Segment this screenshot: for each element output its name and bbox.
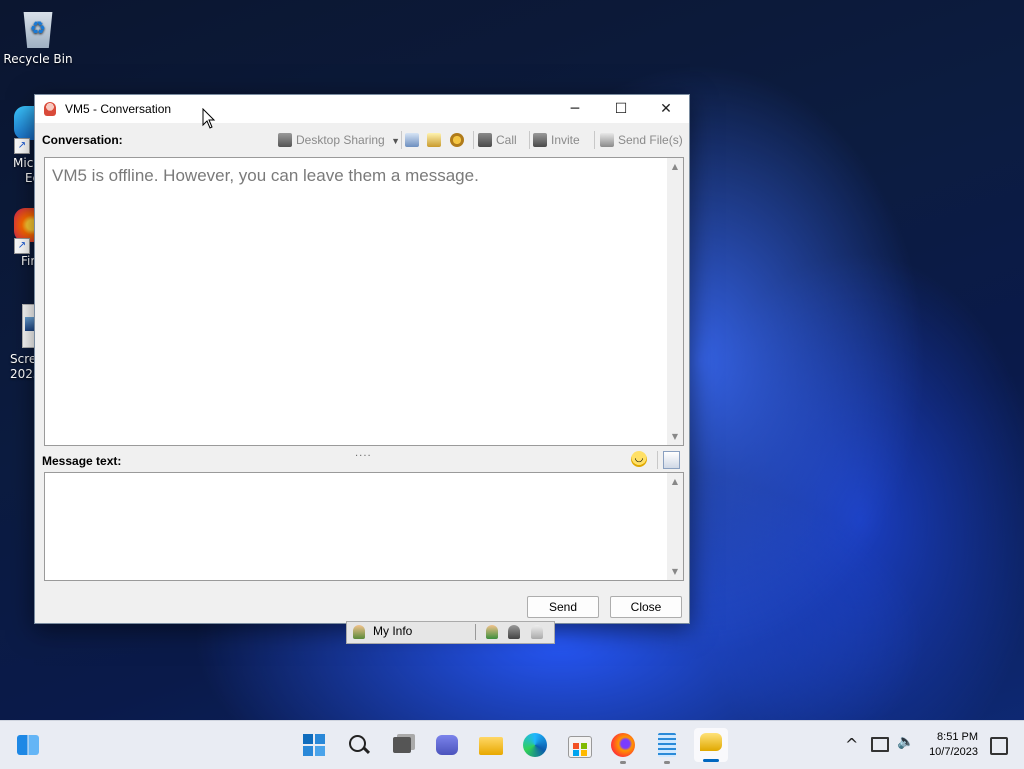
task-view-icon	[393, 737, 411, 753]
shortcut-arrow-icon: ↗	[14, 238, 30, 254]
call-label: Call	[496, 133, 517, 147]
edge-icon	[14, 106, 36, 140]
invite-button[interactable]: Invite	[533, 131, 580, 149]
chevron-down-icon: ▼	[391, 136, 400, 146]
my-info-label: My Info	[373, 624, 413, 638]
taskbar: ^ 🔈 8:51 PM 10/7/2023	[0, 720, 1024, 769]
format-button[interactable]	[663, 451, 680, 469]
folder-icon	[479, 737, 503, 755]
call-button[interactable]: Call	[478, 131, 517, 149]
search-button[interactable]	[344, 731, 372, 759]
desktop-sharing-button[interactable]: Desktop Sharing ▼	[278, 131, 400, 149]
title-bar[interactable]: VM5 - Conversation ─ ☐ ✕	[35, 95, 689, 123]
scroll-down-arrow-icon[interactable]: ▼	[667, 567, 683, 576]
clock-time: 8:51 PM	[937, 731, 978, 743]
offline-message: VM5 is offline. However, you can leave t…	[52, 166, 479, 185]
firefox-icon	[14, 208, 36, 242]
toolbar-separator	[657, 451, 658, 469]
close-window-button[interactable]: ✕	[643, 95, 689, 123]
close-button[interactable]: Close	[610, 596, 682, 618]
send-files-label: Send File(s)	[618, 133, 683, 147]
send-files-button[interactable]: Send File(s)	[600, 131, 683, 149]
message-scrollbar[interactable]: ▲ ▼	[667, 473, 683, 580]
send-file-icon	[600, 133, 614, 147]
conversation-scrollbar[interactable]: ▲ ▼	[667, 158, 683, 445]
edge-desktop-shortcut[interactable]: ↗	[14, 106, 36, 154]
toolbar-separator	[401, 131, 402, 149]
palette-icon	[450, 133, 464, 147]
message-text-field[interactable]	[51, 477, 663, 576]
running-indicator	[620, 761, 626, 764]
toolbar-separator	[475, 624, 476, 640]
clock-date: 10/7/2023	[929, 746, 978, 758]
fonts-button[interactable]	[450, 131, 468, 149]
store-button[interactable]	[565, 731, 593, 759]
volume-muted-icon[interactable]: 🔈	[897, 734, 914, 750]
toolbar-separator	[473, 131, 474, 149]
my-info-bar[interactable]: My Info	[346, 621, 555, 644]
show-desktop-widgets-button[interactable]	[14, 731, 42, 759]
conversation-pane[interactable]: VM5 is offline. However, you can leave t…	[44, 157, 684, 446]
recycle-bin-icon[interactable]: Recycle Bin	[2, 8, 74, 66]
shortcut-arrow-icon: ↗	[14, 138, 30, 154]
edge-icon	[523, 733, 547, 757]
recycle-bin-label: Recycle Bin	[3, 52, 73, 66]
notifications-icon[interactable]	[990, 737, 1008, 755]
notepad-icon	[658, 733, 676, 757]
window-title: VM5 - Conversation	[65, 102, 172, 116]
scroll-down-arrow-icon[interactable]: ▼	[667, 432, 683, 441]
show-hidden-icons-button[interactable]: ^	[845, 735, 858, 754]
offline-status-icon[interactable]	[531, 625, 543, 639]
maximize-button[interactable]: ☐	[598, 95, 644, 123]
send-button[interactable]: Send	[527, 596, 599, 618]
teams-chat-button[interactable]	[433, 731, 461, 759]
mouse-cursor-icon	[202, 108, 216, 129]
windows-logo-icon	[303, 734, 325, 756]
firefox-icon	[611, 733, 635, 757]
widgets-icon	[17, 735, 39, 755]
desktop-sharing-label: Desktop Sharing	[296, 133, 385, 147]
scroll-up-arrow-icon[interactable]: ▲	[667, 162, 683, 171]
store-icon	[568, 736, 592, 758]
invite-label: Invite	[551, 133, 580, 147]
busy-status-icon[interactable]	[508, 625, 520, 639]
emoticon-button[interactable]: ◡	[631, 451, 647, 467]
message-text-label: Message text:	[42, 454, 122, 468]
active-indicator	[703, 759, 719, 762]
conversation-label: Conversation:	[42, 133, 123, 147]
chat-icon	[436, 735, 458, 755]
file-explorer-button[interactable]	[477, 731, 505, 759]
contact-info-button[interactable]	[427, 131, 445, 149]
pane-splitter-handle[interactable]: ····	[355, 451, 372, 462]
message-text-area[interactable]: ▲ ▼	[44, 472, 684, 581]
conversation-window: VM5 - Conversation ─ ☐ ✕ Conversation: D…	[34, 94, 690, 624]
online-status-icon[interactable]	[486, 625, 498, 639]
start-button[interactable]	[300, 731, 328, 759]
taskbar-clock[interactable]: 8:51 PM 10/7/2023	[929, 730, 978, 760]
notepad-taskbar-button[interactable]	[653, 731, 681, 764]
smiley-icon: ◡	[634, 453, 644, 464]
firefox-taskbar-button[interactable]	[609, 731, 637, 764]
messenger-taskbar-button[interactable]	[694, 728, 728, 762]
history-icon	[405, 133, 419, 147]
toolbar-separator	[594, 131, 595, 149]
edge-taskbar-button[interactable]	[521, 731, 549, 759]
scroll-up-arrow-icon[interactable]: ▲	[667, 477, 683, 486]
user-status-icon	[353, 625, 365, 639]
contact-person-icon	[44, 102, 56, 116]
task-view-button[interactable]	[389, 731, 417, 759]
speech-bubble-icon	[700, 733, 722, 751]
recycle-bin-image	[23, 12, 53, 48]
firefox-desktop-shortcut[interactable]: ↗	[14, 208, 36, 254]
search-icon-handle	[362, 746, 371, 755]
running-indicator	[664, 761, 670, 764]
history-button[interactable]	[405, 131, 423, 149]
desktop-sharing-icon	[278, 133, 292, 147]
toolbar-separator	[529, 131, 530, 149]
invite-people-icon	[533, 133, 547, 147]
contact-card-icon	[427, 133, 441, 147]
minimize-button[interactable]: ─	[552, 95, 598, 123]
network-icon[interactable]	[871, 737, 889, 752]
video-camera-icon	[478, 133, 492, 147]
